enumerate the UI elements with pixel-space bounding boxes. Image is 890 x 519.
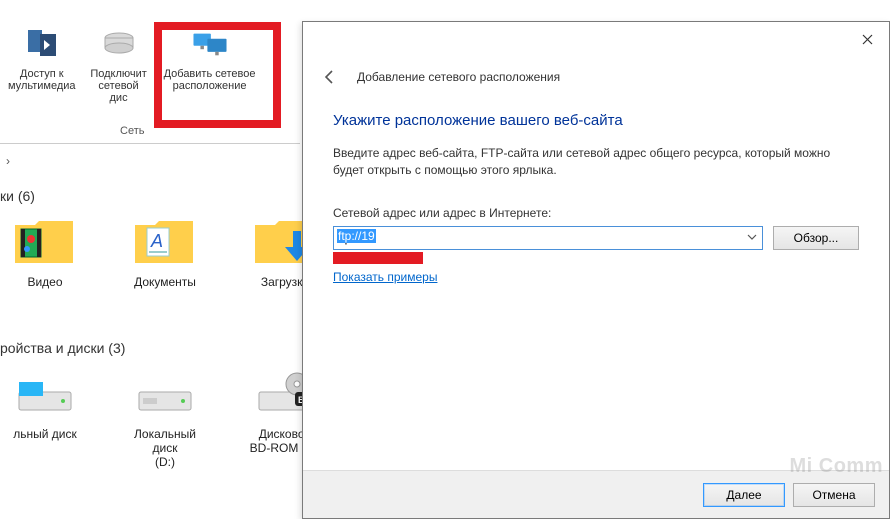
wizard-titlebar <box>303 22 889 56</box>
divider <box>0 143 300 144</box>
wizard-description: Введите адрес веб-сайта, FTP-сайта или с… <box>333 145 859 180</box>
ribbon-label: Доступ к <box>20 68 64 80</box>
multimedia-icon <box>22 24 62 64</box>
drive-icon <box>99 24 139 64</box>
ribbon-label: Подключит <box>90 68 146 80</box>
svg-text:A: A <box>150 231 163 251</box>
video-folder-icon <box>13 213 77 269</box>
back-button[interactable] <box>317 64 343 90</box>
section-header-drives[interactable]: ройства и диски (3) <box>0 340 125 356</box>
hdd-icon <box>133 365 197 421</box>
browse-button[interactable]: Обзор... <box>773 226 859 250</box>
next-button[interactable]: Далее <box>703 483 785 507</box>
cancel-button[interactable]: Отмена <box>793 483 875 507</box>
item-label: Локальный диск <box>120 427 210 455</box>
breadcrumb-separator[interactable]: › <box>0 150 16 172</box>
wizard-footer: Далее Отмена <box>303 470 889 518</box>
item-label: Видео <box>27 275 62 289</box>
item-label: (D:) <box>155 455 175 469</box>
hdd-icon <box>13 365 77 421</box>
ribbon-label: мультимедиа <box>8 80 76 92</box>
drive-item-system[interactable]: льный диск <box>0 365 90 469</box>
add-network-location-wizard: Добавление сетевого расположения Укажите… <box>302 21 890 519</box>
item-label: Документы <box>134 275 196 289</box>
section-header-folders[interactable]: ки (6) <box>0 188 35 204</box>
ribbon-section-label: Сеть <box>120 125 144 137</box>
item-label: льный диск <box>13 427 77 441</box>
ribbon-map-drive[interactable]: Подключит сетевой дис <box>84 20 154 108</box>
close-button[interactable] <box>845 24 889 54</box>
drive-item-d[interactable]: Локальный диск (D:) <box>120 365 210 469</box>
address-combobox[interactable]: ftp://19 <box>333 226 763 250</box>
address-input[interactable] <box>333 226 763 250</box>
chevron-down-icon[interactable] <box>745 230 759 244</box>
folder-item-video[interactable]: Видео <box>0 213 90 289</box>
address-label: Сетевой адрес или адрес в Интернете: <box>333 206 859 220</box>
show-examples-link[interactable]: Показать примеры <box>333 270 437 284</box>
ribbon-multimedia[interactable]: Доступ к мультимедиа <box>0 20 84 96</box>
folder-item-documents[interactable]: A Документы <box>120 213 210 289</box>
wizard-heading: Укажите расположение вашего веб-сайта <box>333 112 859 129</box>
wizard-title: Добавление сетевого расположения <box>357 70 560 84</box>
highlight-box <box>154 22 281 128</box>
redaction-bar <box>333 252 423 264</box>
ribbon-label: сетевой дис <box>92 80 146 104</box>
documents-folder-icon: A <box>133 213 197 269</box>
